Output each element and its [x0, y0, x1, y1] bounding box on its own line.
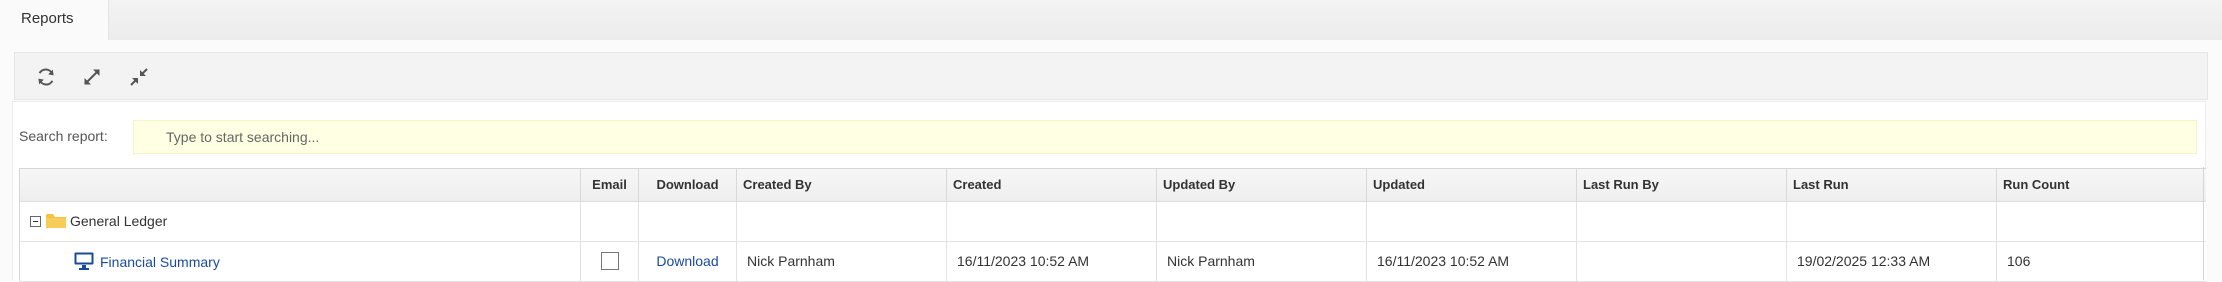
created-by-cell: Nick Parnham [736, 242, 946, 281]
column-header-created[interactable]: Created [946, 169, 1156, 202]
column-header-updated[interactable]: Updated [1366, 169, 1576, 202]
column-header-created-by[interactable]: Created By [736, 169, 946, 202]
column-header-last-run[interactable]: Last Run [1786, 169, 1996, 202]
folder-icon [46, 214, 66, 228]
monitor-icon [74, 252, 94, 270]
reports-panel: Search report: Email Download Created By… [12, 101, 2206, 282]
report-link[interactable]: Financial Summary [100, 243, 220, 281]
refresh-icon[interactable] [32, 63, 60, 91]
tab-bar: Reports [0, 0, 2222, 40]
collapse-toggle-icon[interactable] [30, 216, 41, 227]
group-last-run-by-cell [1576, 202, 1786, 241]
group-cell: General Ledger [20, 202, 580, 241]
run-count-cell: 106 [1996, 242, 2206, 281]
updated-cell: 16/11/2023 10:52 AM [1366, 242, 1576, 281]
group-row-general-ledger[interactable]: General Ledger [20, 202, 2206, 242]
email-cell [580, 242, 638, 281]
last-run-by-cell [1576, 242, 1786, 281]
column-header-download[interactable]: Download [638, 169, 736, 202]
column-header-email[interactable]: Email [580, 169, 638, 202]
download-cell: Download [638, 242, 736, 281]
report-row-financial-summary[interactable]: Financial Summary Download Nick Parnham … [20, 242, 2206, 282]
group-last-run-cell [1786, 202, 1996, 241]
grid-right-border [2203, 167, 2204, 280]
group-download-cell [638, 202, 736, 241]
column-header-name [20, 169, 580, 202]
group-run-count-cell [1996, 202, 2206, 241]
report-grid: Email Download Created By Created Update… [19, 168, 2206, 282]
group-email-cell [580, 202, 638, 241]
email-checkbox[interactable] [600, 251, 619, 270]
group-created-by-cell [736, 202, 946, 241]
column-header-run-count[interactable]: Run Count [1996, 169, 2206, 202]
updated-by-cell: Nick Parnham [1156, 242, 1366, 281]
report-name-cell: Financial Summary [20, 242, 580, 281]
last-run-cell: 19/02/2025 12:33 AM [1786, 242, 1996, 281]
collapse-icon[interactable] [125, 63, 153, 91]
search-label: Search report: [19, 128, 108, 144]
grid-header: Email Download Created By Created Update… [20, 168, 2206, 202]
expand-icon[interactable] [78, 63, 106, 91]
tab-reports[interactable]: Reports [0, 0, 109, 40]
created-cell: 16/11/2023 10:52 AM [946, 242, 1156, 281]
group-label: General Ledger [70, 213, 168, 229]
group-updated-cell [1366, 202, 1576, 241]
search-input[interactable] [133, 120, 2197, 154]
group-updated-by-cell [1156, 202, 1366, 241]
column-header-last-run-by[interactable]: Last Run By [1576, 169, 1786, 202]
group-created-cell [946, 202, 1156, 241]
column-header-updated-by[interactable]: Updated By [1156, 169, 1366, 202]
toolbar [14, 52, 2208, 100]
download-link[interactable]: Download [656, 253, 718, 269]
